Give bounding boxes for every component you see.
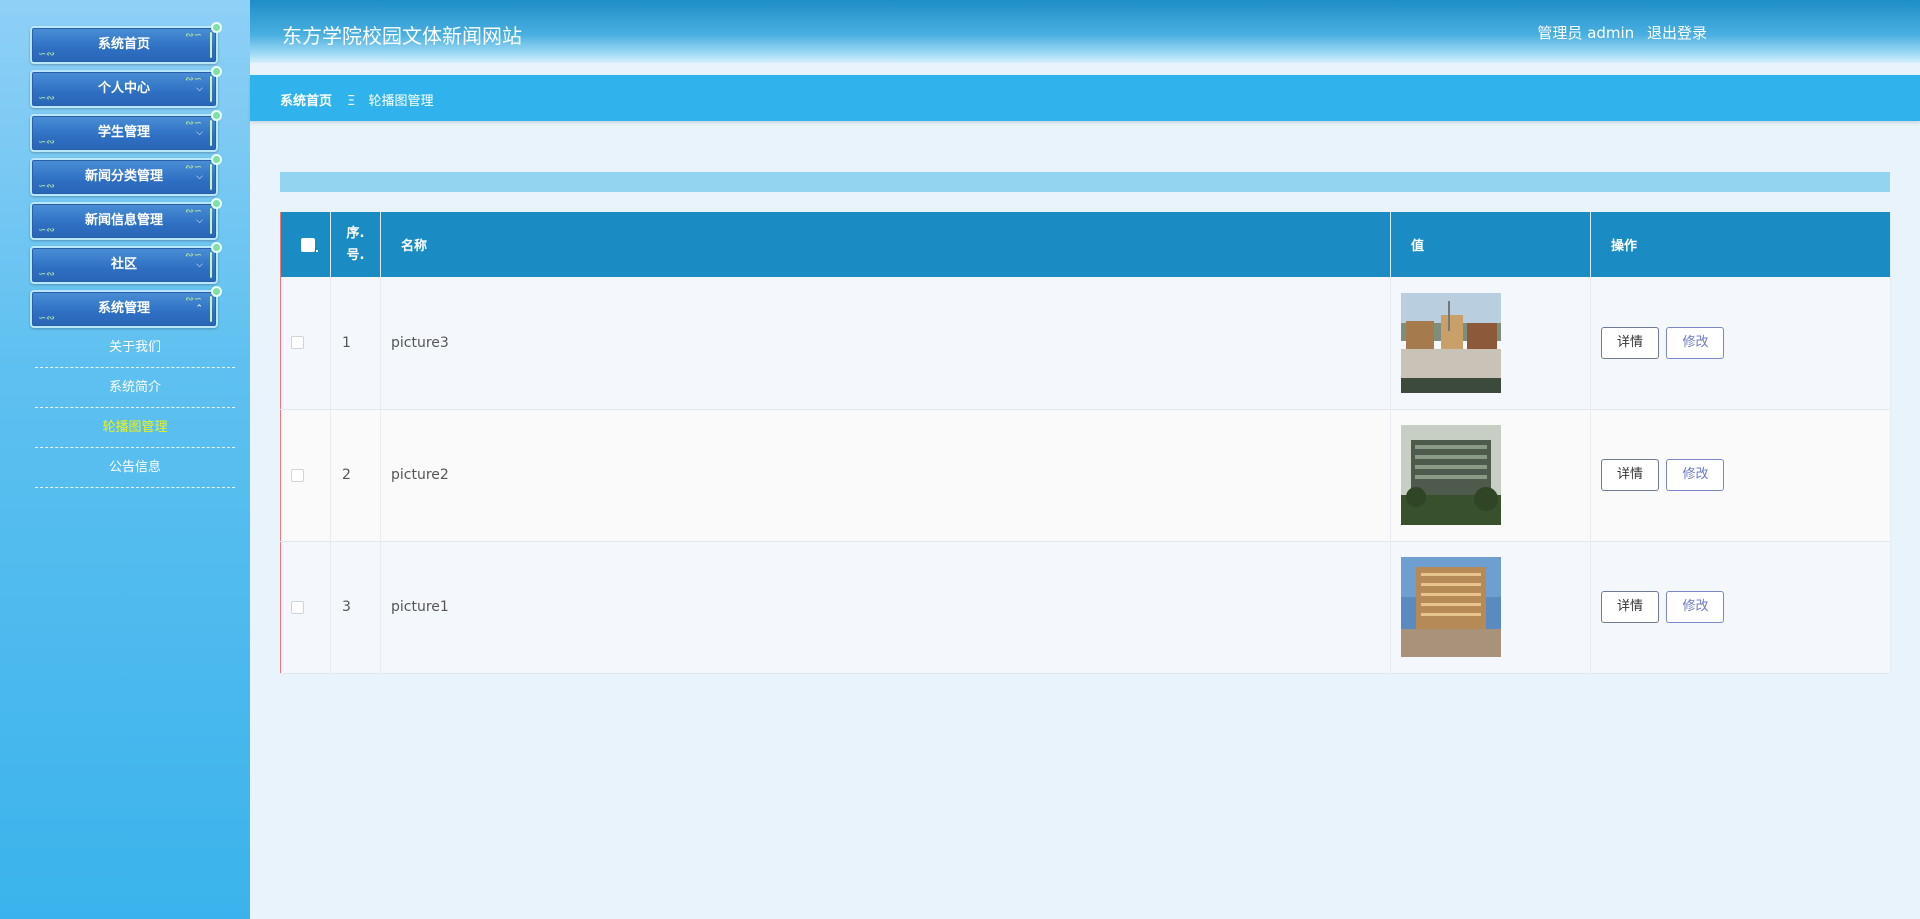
- chevron-up-icon: ⌃: [195, 304, 203, 314]
- current-user-label: 管理员 admin: [1537, 24, 1635, 42]
- ornament-icon: ∽∾: [38, 269, 55, 280]
- header-value: 值: [1390, 212, 1591, 277]
- row-index: 2: [330, 409, 381, 541]
- row-name: picture3: [380, 277, 1391, 409]
- menu-bar-decoration: [210, 296, 212, 322]
- row-checkbox-cell: [280, 277, 331, 409]
- detail-button[interactable]: 详情: [1601, 591, 1660, 623]
- logout-link[interactable]: 退出登录: [1647, 24, 1707, 42]
- row-checkbox[interactable]: [291, 600, 304, 614]
- breadcrumb: 系统首页 Ξ 轮播图管理: [280, 90, 434, 109]
- submenu-system-intro[interactable]: 系统简介: [35, 368, 235, 408]
- header-checkbox-cell: [280, 212, 331, 277]
- table-row: 1 picture3 详情 修改: [280, 277, 1891, 409]
- menu-bar-decoration: [210, 120, 212, 146]
- table-row: 2 picture2 详情 修改: [280, 409, 1891, 541]
- carousel-table: 序.号. 名称 值 操作 1 picture3 详情 修改 2 picture2…: [280, 212, 1891, 674]
- submenu-about-us[interactable]: 关于我们: [35, 328, 235, 368]
- green-building-thumbnail[interactable]: [1401, 425, 1501, 525]
- row-checkbox[interactable]: [291, 336, 304, 350]
- table-header-row: 序.号. 名称 值 操作: [280, 212, 1891, 277]
- row-checkbox-cell: [280, 409, 331, 541]
- menu-dot-icon: [211, 22, 222, 33]
- menu-label: 新闻分类管理: [84, 169, 163, 184]
- menu-label: 系统首页: [97, 37, 150, 52]
- edit-button[interactable]: 修改: [1666, 459, 1725, 491]
- menu-bar-decoration: [210, 32, 212, 58]
- row-value: [1390, 541, 1591, 673]
- site-title: 东方学院校园文体新闻网站: [282, 24, 522, 48]
- campus-plaza-thumbnail[interactable]: [1401, 292, 1501, 393]
- detail-button[interactable]: 详情: [1601, 459, 1660, 491]
- menu-dot-icon: [211, 286, 222, 297]
- row-checkbox[interactable]: [291, 468, 304, 482]
- row-value: [1390, 277, 1591, 409]
- carousel-table-container: 序.号. 名称 值 操作 1 picture3 详情 修改 2 picture2…: [280, 212, 1891, 674]
- ornament-icon: ∽∾: [38, 313, 55, 324]
- row-name: picture1: [380, 541, 1391, 673]
- chevron-down-icon: ⌵: [196, 128, 203, 138]
- menu-label: 个人中心: [97, 81, 150, 96]
- library-building-thumbnail[interactable]: [1401, 557, 1501, 657]
- ornament-icon: ∽∾: [38, 49, 55, 60]
- menu-news-info-management[interactable]: ∽∾ ∾∽ ⌵ 新闻信息管理: [30, 198, 222, 240]
- row-checkbox-cell: [280, 541, 331, 673]
- breadcrumb-home-link[interactable]: 系统首页: [280, 94, 332, 109]
- menu-bar-decoration: [210, 208, 212, 234]
- header-index-label: 序.号.: [346, 225, 365, 263]
- header-index: 序.号.: [330, 212, 381, 277]
- row-value: [1390, 409, 1591, 541]
- ornament-icon: ∽∾: [38, 137, 55, 148]
- menu-bar-decoration: [210, 76, 212, 102]
- menu-system-home[interactable]: ∽∾ ∾∽ 系统首页: [30, 22, 222, 64]
- row-actions: 详情 修改: [1590, 541, 1891, 673]
- user-info: 管理员 admin 退出登录: [1537, 22, 1715, 43]
- menu-dot-icon: [211, 154, 222, 165]
- menu-label: 学生管理: [97, 125, 150, 140]
- sidebar: ∽∾ ∾∽ 系统首页 ∽∾ ∾∽ ⌵ 个人中心 ∽∾ ∾∽ ⌵ 学生管理 ∽∾ …: [0, 0, 250, 919]
- edit-button[interactable]: 修改: [1666, 326, 1725, 359]
- menu-label: 系统管理: [97, 301, 150, 316]
- breadcrumb-separator-icon: Ξ: [347, 94, 356, 109]
- table-row: 3 picture1 详情 修改: [280, 541, 1891, 673]
- menu-dot-icon: [211, 198, 222, 209]
- ornament-icon: ∾∽: [185, 30, 202, 41]
- ornament-icon: ∽∾: [38, 93, 55, 104]
- chevron-down-icon: ⌵: [196, 84, 203, 94]
- edit-button[interactable]: 修改: [1666, 591, 1725, 623]
- row-actions: 详情 修改: [1590, 277, 1891, 409]
- search-toolbar-strip: [280, 172, 1890, 192]
- menu-dot-icon: [211, 66, 222, 77]
- submenu-announcements[interactable]: 公告信息: [35, 448, 235, 488]
- header-actions: 操作: [1590, 212, 1891, 277]
- menu-dot-icon: [211, 110, 222, 121]
- menu-label: 新闻信息管理: [84, 213, 163, 228]
- menu-label: 社区: [110, 257, 137, 272]
- row-index: 3: [330, 541, 381, 673]
- menu-system-management[interactable]: ∽∾ ∾∽ ⌃ 系统管理: [30, 286, 222, 328]
- row-actions: 详情 修改: [1590, 409, 1891, 541]
- menu-news-category-management[interactable]: ∽∾ ∾∽ ⌵ 新闻分类管理: [30, 154, 222, 196]
- detail-button[interactable]: 详情: [1601, 326, 1660, 359]
- chevron-down-icon: ⌵: [196, 260, 203, 270]
- row-name: picture2: [380, 409, 1391, 541]
- menu-bar-decoration: [210, 164, 212, 190]
- checkbox-indeterminate-icon: [316, 250, 318, 252]
- chevron-down-icon: ⌵: [196, 172, 203, 182]
- menu-dot-icon: [211, 242, 222, 253]
- menu-community[interactable]: ∽∾ ∾∽ ⌵ 社区: [30, 242, 222, 284]
- menu-student-management[interactable]: ∽∾ ∾∽ ⌵ 学生管理: [30, 110, 222, 152]
- row-index: 1: [330, 277, 381, 409]
- ornament-icon: ∽∾: [38, 181, 55, 192]
- header-name: 名称: [380, 212, 1391, 277]
- menu-bar-decoration: [210, 252, 212, 278]
- breadcrumb-current: 轮播图管理: [368, 94, 434, 109]
- submenu-carousel-management[interactable]: 轮播图管理: [35, 408, 235, 448]
- ornament-icon: ∽∾: [38, 225, 55, 236]
- breadcrumb-bar: 系统首页 Ξ 轮播图管理: [250, 75, 1920, 121]
- select-all-checkbox[interactable]: [301, 237, 315, 252]
- chevron-down-icon: ⌵: [196, 216, 203, 226]
- top-header: 东方学院校园文体新闻网站 管理员 admin 退出登录: [250, 0, 1920, 63]
- menu-personal-center[interactable]: ∽∾ ∾∽ ⌵ 个人中心: [30, 66, 222, 108]
